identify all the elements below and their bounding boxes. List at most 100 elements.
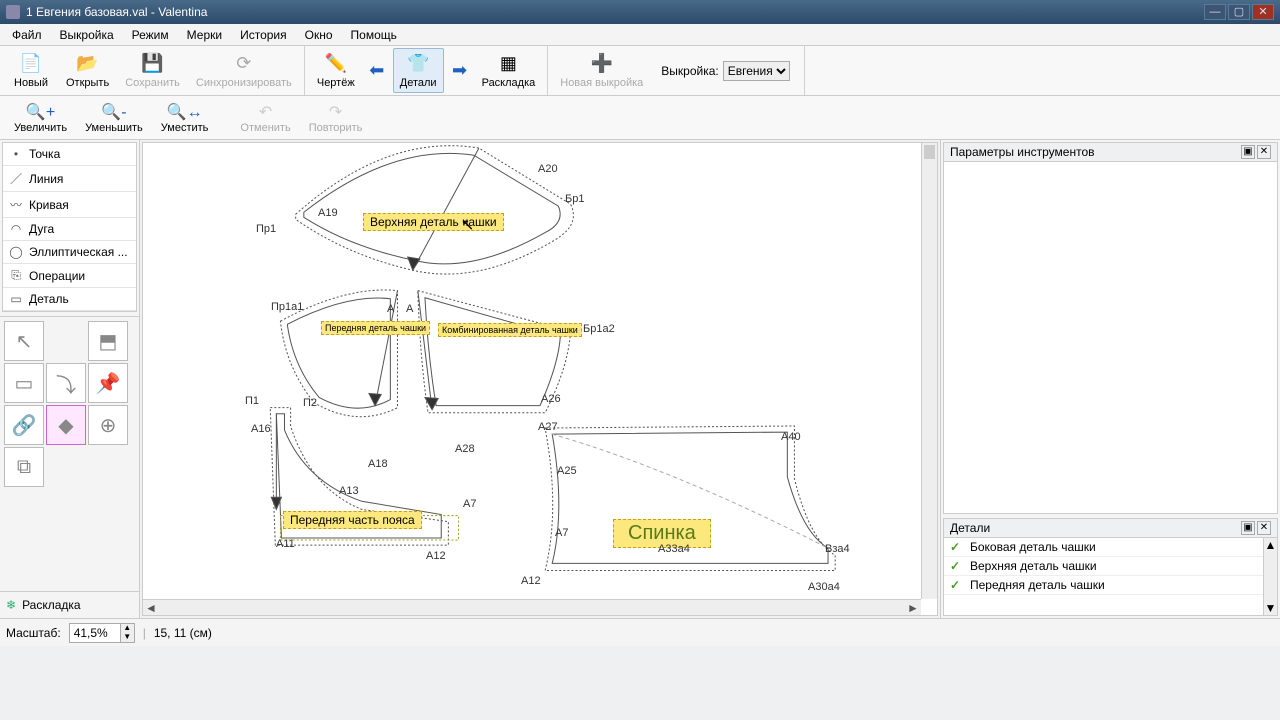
point-label: A19 [318, 207, 338, 219]
point-icon: • [9, 147, 23, 161]
tool-category-list: •Точка ／Линия 〰Кривая ◠Дуга ◯Эллиптическ… [2, 142, 137, 312]
point-label: A33a4 [658, 543, 690, 555]
tool-arc[interactable]: ◠Дуга [3, 218, 136, 241]
details-scrollbar[interactable]: ▲▼ [1263, 538, 1277, 615]
right-panel: Параметры инструментов ▣ ✕ Детали ▣ ✕ ✓Б… [940, 140, 1280, 618]
menu-file[interactable]: Файл [4, 26, 50, 44]
layout-panel-button[interactable]: ❄ Раскладка [0, 591, 139, 618]
mode-prev-arrow[interactable]: ⬅ [365, 48, 389, 93]
toolbox-insert-node[interactable]: ◆ [46, 405, 86, 445]
zoom-in-icon: 🔍+ [26, 102, 55, 122]
save-button[interactable]: 💾Сохранить [119, 48, 186, 93]
piece-label-front-cup-small: Передняя деталь чашки [321, 321, 430, 335]
point-label: A27 [538, 421, 558, 433]
undo-icon: ↶ [259, 102, 272, 122]
zoom-out-icon: 🔍- [101, 102, 126, 122]
dock-close-button[interactable]: ✕ [1257, 521, 1271, 535]
window-title: 1 Евгения базовая.val - Valentina [26, 5, 1204, 19]
new-button[interactable]: 📄Новый [6, 48, 56, 93]
main-toolbar: 📄Новый 📂Открыть 💾Сохранить ⟳Синхронизиро… [0, 46, 1280, 96]
sync-button[interactable]: ⟳Синхронизировать [190, 48, 298, 93]
menu-window[interactable]: Окно [297, 26, 341, 44]
scroll-left-arrow[interactable]: ◄ [143, 601, 159, 615]
point-label: A40 [781, 431, 801, 443]
point-label: A18 [368, 458, 388, 470]
scale-spinner[interactable]: ▲▼ [69, 623, 135, 643]
detail-row[interactable]: ✓Передняя деталь чашки [944, 576, 1263, 595]
redo-button[interactable]: ↷Повторить [301, 100, 371, 136]
toolbox-curve-piece[interactable]: ⤵ [46, 363, 86, 403]
detail-row[interactable]: ✓Боковая деталь чашки [944, 538, 1263, 557]
tool-line[interactable]: ／Линия [3, 166, 136, 192]
arc-icon: ◠ [9, 222, 23, 236]
vertical-scrollbar[interactable] [921, 143, 937, 599]
layout-panel-icon: ❄ [6, 598, 16, 612]
details-list: ✓Боковая деталь чашки ✓Верхняя деталь ча… [944, 538, 1263, 615]
tool-elliptical[interactable]: ◯Эллиптическая ... [3, 241, 136, 264]
scale-label: Масштаб: [6, 626, 61, 640]
scale-down-button[interactable]: ▼ [120, 633, 134, 642]
mode-layout-button[interactable]: ▦Раскладка [476, 48, 542, 93]
open-button[interactable]: 📂Открыть [60, 48, 115, 93]
new-pattern-button[interactable]: ➕Новая выкройка [554, 48, 649, 93]
maximize-button[interactable]: ▢ [1228, 4, 1250, 20]
dock-close-button[interactable]: ✕ [1257, 145, 1271, 159]
curve-icon: 〰 [9, 196, 23, 213]
details-icon: 👕 [407, 53, 429, 75]
tool-point[interactable]: •Точка [3, 143, 136, 166]
sync-icon: ⟳ [233, 53, 255, 75]
tool-operations[interactable]: ⎘Операции [3, 264, 136, 288]
pattern-select[interactable]: Евгения [723, 61, 790, 81]
line-icon: ／ [9, 170, 23, 187]
horizontal-scrollbar[interactable]: ◄ ► [143, 599, 921, 615]
menu-pattern[interactable]: Выкройка [52, 26, 122, 44]
menu-mode[interactable]: Режим [124, 26, 177, 44]
mode-details-button[interactable]: 👕Детали [393, 48, 444, 93]
point-label: A20 [538, 163, 558, 175]
undo-button[interactable]: ↶Отменить [232, 100, 298, 136]
canvas-area[interactable]: A20 Бр1 A19 Пр1 Верхняя деталь чашки Пр1… [142, 142, 938, 616]
point-label: Вза4 [825, 543, 850, 555]
toolbox-globe[interactable]: ⊕ [88, 405, 128, 445]
zoom-out-button[interactable]: 🔍-Уменьшить [77, 100, 151, 136]
piece-label-side-cup-small: Комбинированная деталь чашки [438, 323, 582, 337]
point-label: A7 [555, 527, 568, 539]
point-label: A11 [276, 538, 295, 550]
layout-icon: ▦ [497, 53, 519, 75]
menu-measurements[interactable]: Мерки [179, 26, 230, 44]
zoom-fit-icon: 🔍↔ [167, 102, 203, 122]
toolbox-pin[interactable]: 📌 [88, 363, 128, 403]
zoom-fit-button[interactable]: 🔍↔Уместить [153, 100, 217, 136]
dock-float-button[interactable]: ▣ [1241, 521, 1255, 535]
titlebar: 1 Евгения базовая.val - Valentina — ▢ ✕ [0, 0, 1280, 24]
point-label: Пр1а1 [271, 301, 303, 313]
toolbox-piece-add[interactable]: ⬒ [88, 321, 128, 361]
toolbox-piece-path[interactable]: ▭ [4, 363, 44, 403]
tool-curve[interactable]: 〰Кривая [3, 192, 136, 218]
close-button[interactable]: ✕ [1252, 4, 1274, 20]
point-label: Пр1 [256, 223, 276, 235]
mode-next-arrow[interactable]: ➡ [448, 48, 472, 93]
view-toolbar: 🔍+Увеличить 🔍-Уменьшить 🔍↔Уместить ↶Отме… [0, 96, 1280, 140]
toolbox-pointer[interactable]: ↖ [4, 321, 44, 361]
menu-history[interactable]: История [232, 26, 295, 44]
check-icon: ✓ [950, 578, 964, 592]
dock-float-button[interactable]: ▣ [1241, 145, 1255, 159]
mode-draw-button[interactable]: ✏️Чертёж [311, 48, 361, 93]
point-label: A13 [339, 485, 359, 497]
zoom-in-button[interactable]: 🔍+Увеличить [6, 100, 75, 136]
details-header: Детали ▣ ✕ [944, 519, 1277, 538]
left-panel: •Точка ／Линия 〰Кривая ◠Дуга ◯Эллиптическ… [0, 140, 140, 618]
toolbox-link[interactable]: 🔗 [4, 405, 44, 445]
point-label: A12 [426, 550, 446, 562]
redo-icon: ↷ [329, 102, 342, 122]
point-label: A25 [557, 465, 577, 477]
piece-label-upper-cup: Верхняя деталь чашки [363, 213, 504, 231]
detail-row[interactable]: ✓Верхняя деталь чашки [944, 557, 1263, 576]
tool-detail[interactable]: ▭Деталь [3, 288, 136, 311]
minimize-button[interactable]: — [1204, 4, 1226, 20]
menu-help[interactable]: Помощь [343, 26, 405, 44]
scroll-right-arrow[interactable]: ► [905, 601, 921, 615]
scale-input[interactable] [70, 624, 120, 642]
toolbox-duplicate[interactable]: ⧉ [4, 447, 44, 487]
